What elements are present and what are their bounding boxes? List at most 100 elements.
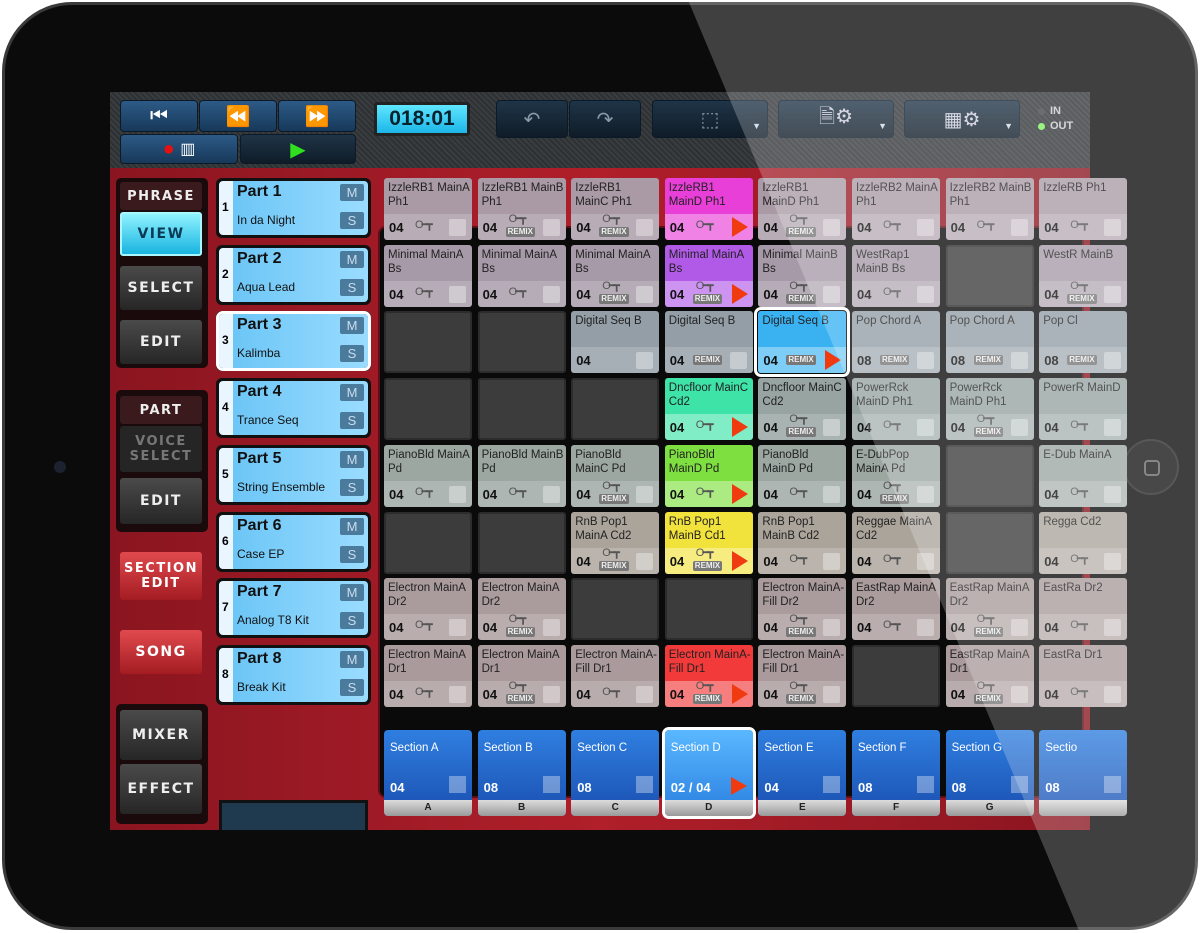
- mute-button[interactable]: M: [340, 450, 364, 468]
- mute-button[interactable]: M: [340, 317, 364, 335]
- phrase-checkbox[interactable]: [636, 485, 654, 503]
- home-button[interactable]: [1123, 439, 1179, 495]
- phrase-cell[interactable]: Dncfloor MainC Cd2 04 O━┳ REMIX: [758, 378, 847, 441]
- part-row-6[interactable]: 6 Part 6 Case EP M S: [216, 511, 371, 572]
- phrase-cell[interactable]: Digital Seq B 04 REMIX: [664, 311, 753, 374]
- phrase-checkbox[interactable]: [1104, 285, 1122, 303]
- mute-button[interactable]: M: [340, 517, 364, 535]
- empty-phrase-cell[interactable]: [852, 644, 940, 707]
- phrase-checkbox[interactable]: [1104, 685, 1122, 703]
- phrase-checkbox[interactable]: [917, 285, 934, 303]
- phrase-checkbox[interactable]: [1104, 619, 1122, 637]
- effect-button[interactable]: EFFECT: [120, 764, 202, 814]
- phrase-checkbox[interactable]: [636, 219, 654, 236]
- solo-button[interactable]: S: [340, 612, 364, 630]
- section-checkbox[interactable]: [636, 776, 654, 793]
- mute-button[interactable]: M: [340, 584, 364, 602]
- undo-button[interactable]: ↶: [496, 100, 568, 138]
- grid-settings-button[interactable]: ▦⚙ ▼: [904, 100, 1020, 138]
- phrase-cell[interactable]: EastRa Dr1 04 O━┳: [1039, 644, 1128, 707]
- phrase-cell[interactable]: Electron MainA-Fill Dr2 04 O━┳ REMIX: [758, 578, 847, 641]
- section-button[interactable]: Section C 08 C: [571, 730, 660, 816]
- part-row-7[interactable]: 7 Part 7 Analog T8 Kit M S: [216, 578, 371, 639]
- phrase-checkbox[interactable]: [636, 685, 654, 703]
- phrase-cell[interactable]: Electron MainA Dr2 04 O━┳ REMIX: [477, 578, 566, 641]
- section-checkbox[interactable]: [917, 776, 934, 793]
- section-checkbox[interactable]: [542, 776, 560, 793]
- part-button[interactable]: 2 Part 2 Aqua Lead M S: [219, 247, 368, 302]
- phrase-cell[interactable]: IzzleRB1 MainD Ph1 04 O━┳: [664, 178, 753, 240]
- mute-button[interactable]: M: [340, 250, 364, 268]
- phrase-cell[interactable]: IzzleRB2 MainA Ph1 04 O━┳: [852, 178, 940, 240]
- phrase-checkbox[interactable]: [1010, 219, 1028, 236]
- empty-phrase-cell[interactable]: [945, 244, 1034, 307]
- select-menu-button[interactable]: ⬚ ▼: [652, 100, 768, 138]
- phrase-cell[interactable]: Electron MainA-Fill Dr1 04 O━┳ REMIX: [758, 644, 847, 707]
- phrase-checkbox[interactable]: [542, 619, 560, 637]
- solo-button[interactable]: S: [340, 678, 364, 696]
- phrase-cell[interactable]: IzzleRB1 MainB Ph1 04 O━┳ REMIX: [477, 178, 566, 240]
- phrase-checkbox[interactable]: [1010, 419, 1028, 437]
- phrase-checkbox[interactable]: [1010, 619, 1028, 637]
- part-row-1[interactable]: 1 Part 1 In da Night M S: [216, 178, 371, 238]
- phrase-checkbox[interactable]: [729, 352, 747, 370]
- phrase-cell[interactable]: IzzleRB1 MainD Ph1 04 O━┳ REMIX: [758, 178, 847, 240]
- phrase-checkbox[interactable]: [449, 285, 466, 303]
- phrase-cell[interactable]: Regga Cd2 04 O━┳: [1039, 511, 1128, 574]
- phrase-cell[interactable]: Pop Chord A 08 REMIX: [945, 311, 1034, 374]
- section-button[interactable]: Section D 02 / 04 D: [661, 727, 756, 819]
- phrase-checkbox[interactable]: [636, 552, 654, 570]
- section-edit-button[interactable]: SECTION EDIT: [120, 552, 202, 600]
- part-row-2[interactable]: 2 Part 2 Aqua Lead M S: [216, 244, 371, 305]
- fast-forward-button[interactable]: ⏩: [278, 100, 356, 132]
- phrase-checkbox[interactable]: [917, 219, 934, 236]
- phrase-checkbox[interactable]: [917, 419, 934, 437]
- phrase-checkbox[interactable]: [1104, 419, 1122, 437]
- empty-phrase-cell[interactable]: [384, 511, 472, 574]
- phrase-cell[interactable]: Electron MainA-Fill Dr1 04 O━┳: [571, 644, 660, 707]
- play-button[interactable]: ▶: [240, 134, 356, 164]
- phrase-cell[interactable]: Pop Chord A 08 REMIX: [852, 311, 940, 374]
- part-row-3[interactable]: 3 Part 3 Kalimba M S: [216, 311, 371, 372]
- phrase-checkbox[interactable]: [1010, 352, 1028, 370]
- skip-to-start-button[interactable]: ⏮: [120, 100, 198, 132]
- empty-phrase-cell[interactable]: [384, 311, 472, 374]
- phrase-cell[interactable]: Minimal MainA Bs 04 O━┳ REMIX: [571, 244, 660, 307]
- phrase-checkbox[interactable]: [823, 619, 841, 637]
- section-checkbox[interactable]: [1010, 776, 1028, 793]
- phrase-cell[interactable]: Minimal MainA Bs 04 O━┳: [384, 244, 472, 307]
- phrase-checkbox[interactable]: [1010, 685, 1028, 703]
- section-button[interactable]: Section B 08 B: [477, 730, 566, 816]
- phrase-cell[interactable]: E-Dub MainA 04 O━┳: [1039, 444, 1128, 507]
- view-button[interactable]: VIEW: [120, 212, 202, 256]
- phrase-cell[interactable]: RnB Pop1 MainB Cd2 04 O━┳: [758, 511, 847, 574]
- phrase-cell[interactable]: E-DubPop MainA Pd 04 O━┳ REMIX: [852, 444, 940, 507]
- phrase-checkbox[interactable]: [823, 219, 841, 236]
- phrase-checkbox[interactable]: [917, 352, 934, 370]
- phrase-cell[interactable]: EastRap MainA Dr1 04 O━┳ REMIX: [945, 644, 1034, 707]
- phrase-cell[interactable]: Minimal MainB Bs 04 O━┳ REMIX: [758, 244, 847, 307]
- phrase-cell[interactable]: Minimal MainA Bs 04 O━┳: [477, 244, 566, 307]
- part-button[interactable]: 5 Part 5 String Ensemble M S: [219, 447, 368, 502]
- part-row-4[interactable]: 4 Part 4 Trance Seq M S: [216, 378, 371, 439]
- phrase-checkbox[interactable]: [823, 685, 841, 703]
- section-button[interactable]: Section F 08 F: [852, 730, 940, 816]
- empty-phrase-cell[interactable]: [477, 311, 566, 374]
- empty-phrase-cell[interactable]: [477, 511, 566, 574]
- phrase-checkbox[interactable]: [636, 352, 654, 370]
- section-button[interactable]: Section A 04 A: [384, 730, 472, 816]
- phrase-cell[interactable]: Electron MainA Dr2 04 O━┳: [384, 578, 472, 641]
- phrase-cell[interactable]: PianoBld MainD Pd 04 O━┳: [664, 444, 753, 507]
- phrase-cell[interactable]: Electron MainA Dr1 04 O━┳ REMIX: [477, 644, 566, 707]
- voice-select-button[interactable]: VOICE SELECT: [120, 426, 202, 472]
- solo-button[interactable]: S: [340, 278, 364, 296]
- part-button[interactable]: 3 Part 3 Kalimba M S: [216, 311, 371, 372]
- phrase-cell[interactable]: Digital Seq B 04: [571, 311, 660, 374]
- phrase-checkbox[interactable]: [542, 219, 560, 236]
- phrase-checkbox[interactable]: [823, 419, 841, 437]
- part-button[interactable]: 8 Part 8 Break Kit M S: [219, 647, 368, 702]
- phrase-cell[interactable]: Digital Seq B 04 REMIX: [754, 307, 851, 378]
- phrase-checkbox[interactable]: [1104, 219, 1122, 236]
- part-button[interactable]: 4 Part 4 Trance Seq M S: [219, 381, 368, 436]
- rewind-button[interactable]: ⏪: [199, 100, 277, 132]
